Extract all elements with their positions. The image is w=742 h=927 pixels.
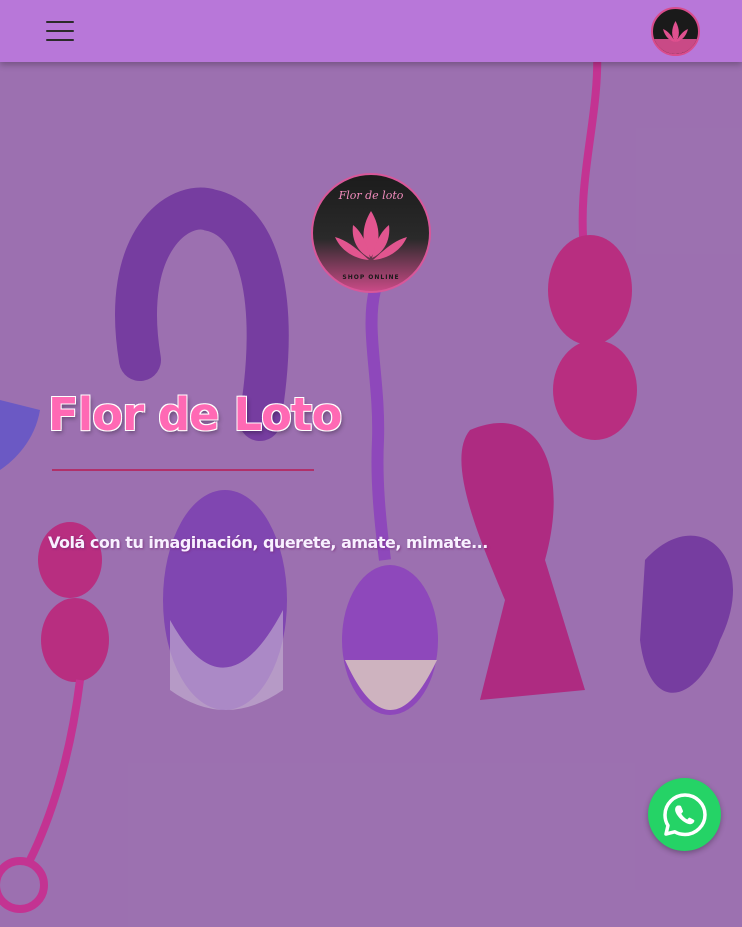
menu-line xyxy=(46,39,74,41)
hamburger-menu-icon[interactable] xyxy=(44,18,76,44)
header-logo-icon[interactable] xyxy=(651,7,700,56)
menu-line xyxy=(46,21,74,23)
hero-divider xyxy=(52,469,314,471)
menu-line xyxy=(46,30,74,32)
center-logo: Flor de loto SHOP ONLINE xyxy=(311,173,431,293)
whatsapp-icon xyxy=(662,792,707,836)
logo-tagline-text: SHOP ONLINE xyxy=(342,274,400,281)
whatsapp-button[interactable] xyxy=(648,778,721,851)
lotus-icon xyxy=(653,21,698,54)
hero-overlay xyxy=(0,0,742,927)
hero-title: Flor de Loto xyxy=(48,388,342,441)
top-navbar xyxy=(0,0,742,62)
hero-subtitle: Volá con tu imaginación, querete, amate,… xyxy=(48,533,488,552)
